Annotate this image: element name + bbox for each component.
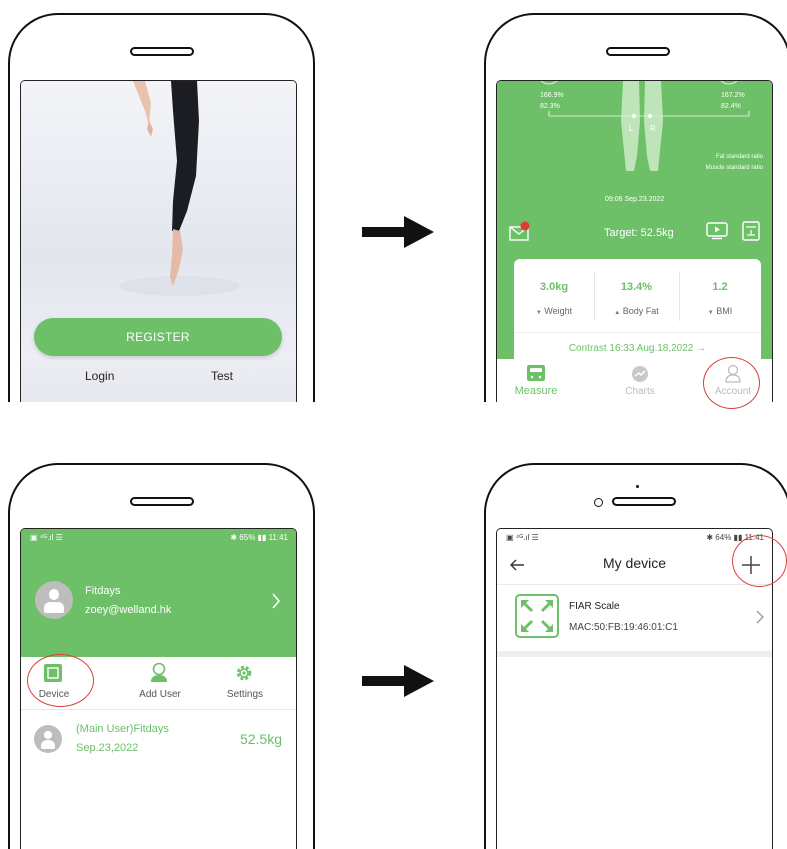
weight-label-text: Weight: [544, 306, 573, 316]
arrow-right-icon: [362, 216, 434, 248]
record-avatar: [34, 725, 62, 753]
record-date: Sep.23,2022: [76, 742, 139, 754]
stats-card: 3.0kg ▼ Weight 13.4% ▲ Body Fat 1.2 ▼ BM…: [514, 259, 761, 369]
right-leg-label: R: [650, 124, 656, 133]
record-weight: 52.5kg: [239, 731, 282, 747]
status-bar-left: ▣ ⁴ᴳ.ıl ☰: [30, 533, 63, 542]
weight-change-label: ▼ Weight: [514, 306, 594, 316]
front-camera: [636, 485, 639, 488]
device-name[interactable]: FIAR Scale: [569, 601, 620, 612]
phone-speaker: [130, 497, 194, 506]
settings-gear-icon: [236, 665, 252, 681]
phone-speaker: [612, 497, 676, 506]
menu-add-user[interactable]: Add User: [133, 689, 187, 700]
down-triangle-icon: ▼: [707, 310, 714, 316]
down-triangle-icon: ▼: [535, 310, 542, 316]
arrow-right-icon: [362, 665, 434, 697]
left-leg-label: L: [629, 124, 634, 133]
bodyfat-change-value: 13.4%: [620, 281, 653, 293]
tab-measure[interactable]: Measure: [511, 385, 561, 397]
scale-device-icon: [515, 594, 559, 638]
mail-icon[interactable]: [509, 221, 533, 243]
up-triangle-icon: ▲: [614, 310, 621, 316]
video-play-icon[interactable]: [706, 222, 728, 240]
bmi-label-text: BMI: [716, 306, 733, 316]
chevron-right-icon[interactable]: [271, 593, 281, 609]
login-link[interactable]: Login: [85, 369, 114, 383]
status-bar-right: ✱ 65% ▮▮ 11:41: [230, 533, 288, 542]
muscle-ratio-legend: Muscle standard ratio: [705, 165, 763, 171]
front-sensor: [594, 498, 603, 507]
measure-timestamp: 09:06 Sep.23.2022: [605, 196, 665, 203]
test-link[interactable]: Test: [211, 369, 233, 383]
screen-register: REGISTER Login Test: [20, 80, 297, 402]
user-email: zoey@welland.hk: [85, 604, 172, 616]
device-highlight-circle: [27, 654, 94, 707]
charts-tab-icon: [632, 366, 648, 382]
register-button[interactable]: REGISTER: [34, 318, 282, 356]
target-weight: Target: 52.5kg: [604, 227, 674, 239]
contrast-link[interactable]: Contrast 16:33 Aug.18,2022 →: [514, 343, 761, 354]
bodyfat-change-label: ▲ Body Fat: [594, 306, 679, 316]
device-mac: MAC:50:FB:19:46:01:C1: [569, 622, 678, 633]
user-avatar[interactable]: [35, 581, 73, 619]
list-bottom-separator: [497, 651, 772, 657]
bmi-change-label: ▼ BMI: [679, 306, 761, 316]
phone-speaker: [130, 47, 194, 56]
fat-ratio-legend: Fat standard ratio: [715, 154, 763, 160]
header-divider: [497, 584, 772, 585]
phone-speaker: [606, 47, 670, 56]
tab-charts[interactable]: Charts: [615, 386, 665, 397]
chevron-right-icon[interactable]: [756, 610, 764, 624]
menu-divider: [21, 709, 296, 710]
account-highlight-circle: [703, 357, 760, 409]
weight-change-value: 3.0kg: [539, 281, 569, 293]
bmi-change-value: 1.2: [712, 281, 728, 293]
page-title: My device: [602, 555, 667, 571]
bodyfat-label-text: Body Fat: [622, 306, 659, 316]
measure-scale-tab-icon: [527, 365, 545, 381]
user-name: Fitdays: [85, 585, 121, 597]
menu-settings[interactable]: Settings: [219, 689, 271, 700]
record-user-name[interactable]: (Main User)Fitdays: [76, 723, 169, 735]
screen-device: ▣ ⁴ᴳ.ıl ☰ ✱ 64% ▮▮ 11:41 My device FIAR …: [496, 528, 773, 849]
scale-icon[interactable]: [742, 221, 760, 241]
status-bar-left: ▣ ⁴ᴳ.ıl ☰: [506, 533, 539, 542]
add-user-icon: [151, 662, 167, 682]
screen-measure: 166.9% 82.3% 167.2% 82.4% L R Fat standa…: [496, 80, 773, 402]
add-device-highlight-circle: [732, 535, 787, 587]
